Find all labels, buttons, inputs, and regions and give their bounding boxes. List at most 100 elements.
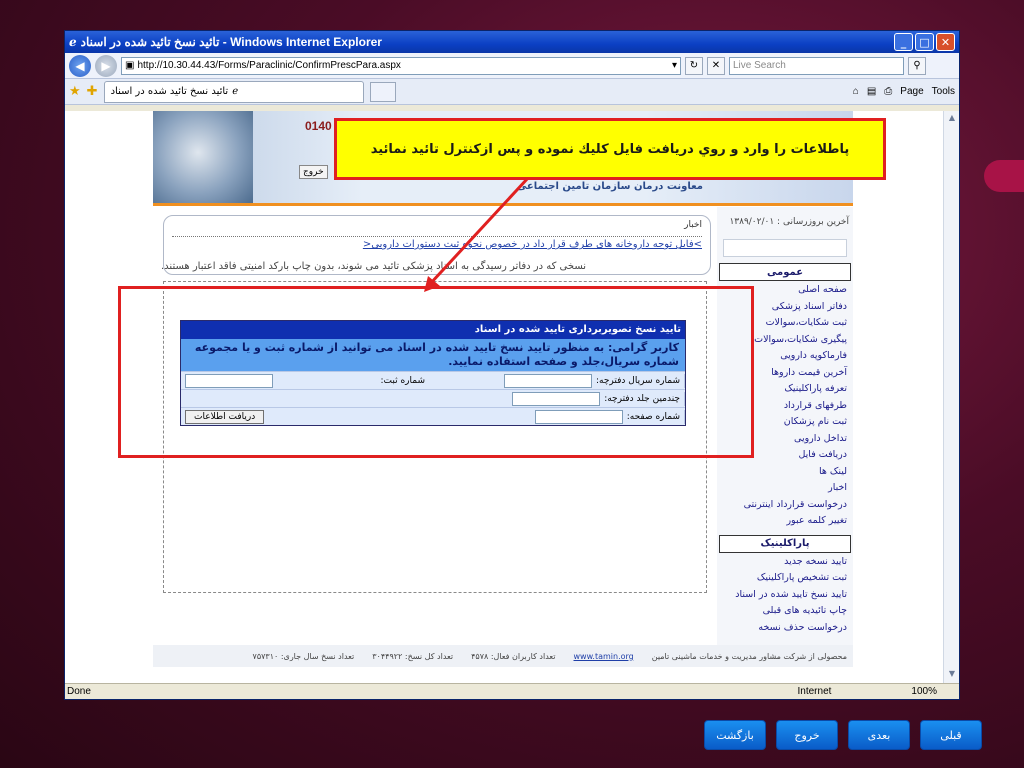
sidebar-search[interactable]: [723, 239, 847, 257]
volume-input[interactable]: [512, 391, 601, 406]
back-icon[interactable]: ◀: [69, 54, 91, 77]
window-title: تائید نسخ تائید شده در اسناد - Windows I…: [80, 35, 382, 49]
form-row: چندمین جلد دفترچه:: [181, 389, 685, 407]
content-panel: تایید نسخ تصویربرداری تایید شده در اسناد…: [163, 281, 707, 593]
org-name: معاونت درمان سازمان تامین اجتماعی: [516, 181, 703, 192]
form-row: شماره سریال دفترچه: شماره ثبت:: [181, 371, 685, 389]
confirm-form: تایید نسخ تصویربرداری تایید شده در اسناد…: [180, 320, 686, 426]
serial-input[interactable]: [504, 373, 593, 388]
form-header: تایید نسخ تصویربرداری تایید شده در اسناد: [181, 321, 685, 339]
news-note: نسخی که در دفاتر رسیدگی به اسناد پزشکی ت…: [161, 261, 587, 272]
sidebar-item[interactable]: ثبت نام پزشکان: [717, 413, 853, 430]
footer-site-link[interactable]: www.tamin.org: [574, 652, 634, 661]
chevron-down-icon[interactable]: ▾: [672, 60, 677, 71]
tab-bar: ★ ✚ ℯ تائید نسخ تائید شده در اسناد ⌂ ▤ ⎙…: [65, 79, 959, 105]
slide-back-button[interactable]: بازگشت: [704, 720, 766, 750]
new-tab-button[interactable]: [369, 81, 396, 102]
tab-active[interactable]: ℯ تائید نسخ تائید شده در اسناد: [103, 80, 364, 103]
refresh-icon[interactable]: ↻: [685, 56, 703, 75]
sidebar-item[interactable]: آخرین قیمت داروها: [717, 364, 853, 381]
sidebar-item[interactable]: تعرفه پاراکلینیک: [717, 380, 853, 397]
page-menu[interactable]: Page: [900, 86, 923, 97]
status-text: Done: [67, 686, 91, 697]
scroll-up-icon[interactable]: ▲: [945, 113, 959, 127]
banner-exit-button[interactable]: خروج: [299, 165, 328, 179]
search-input[interactable]: Live Search: [729, 56, 904, 75]
serial-label: شماره سریال دفترچه:: [596, 375, 680, 386]
tab-title: تائید نسخ تائید شده در اسناد: [110, 86, 229, 97]
add-favorites-icon[interactable]: ✚: [87, 84, 98, 99]
address-bar: ◀ ▶ ▣ http://10.30.44.43/Forms/Paraclini…: [65, 53, 959, 79]
web-page: 0140 خروج معاونت درمان سازمان تامین اجتم…: [153, 111, 853, 685]
instruction-callout: پاطلاعات را وارد و روي دريافت فايل كليك …: [334, 118, 886, 180]
footer-year: تعداد نسخ سال جاری: ۷۵۷۳۱۰: [252, 651, 355, 661]
print-icon[interactable]: ⎙: [884, 86, 892, 97]
sidebar-paraclinic-list: تایید نسخه جدید ثبت تشخیص پاراکلینیک تایید…: [717, 553, 853, 636]
form-row: شماره صفحه: دریافت اطلاعات: [181, 407, 685, 425]
title-bar: ℯ تائید نسخ تائید شده در اسناد - Windows…: [65, 31, 959, 53]
sidebar-item[interactable]: صفحه اصلی: [717, 281, 853, 298]
url-text: http://10.30.44.43/Forms/Paraclinic/Conf…: [137, 60, 401, 71]
banner-phone: 0140: [305, 119, 332, 133]
sidebar-group-paraclinic: پاراکلینیک: [719, 534, 851, 553]
slide-next-button[interactable]: بعدی: [848, 720, 910, 750]
internet-zone: Internet: [797, 686, 832, 697]
sidebar-item[interactable]: دریافت فایل: [717, 446, 853, 463]
sidebar-item[interactable]: ثبت شکایات،سوالات: [717, 314, 853, 331]
close-button[interactable]: ✕: [936, 33, 955, 51]
ie-tab-icon: ℯ: [232, 86, 239, 97]
forward-icon[interactable]: ▶: [95, 54, 117, 77]
sidebar-item[interactable]: چاپ تائیدیه های قبلی: [717, 602, 853, 619]
sidebar-item[interactable]: فارماکوپه دارویی: [717, 347, 853, 364]
favorites-star-icon[interactable]: ★: [69, 84, 81, 99]
maximize-button[interactable]: □: [915, 33, 934, 51]
search-icon[interactable]: ⚲: [908, 56, 926, 75]
form-message: کاربر گرامی: به منظور تایید نسخ تایید شد…: [181, 339, 685, 371]
last-updated: آخرین بروزرسانی : ۱۳۸۹/۰۲/۰۱: [729, 217, 849, 227]
zoom-level[interactable]: 100%: [911, 686, 937, 697]
slide-prev-button[interactable]: قبلی: [920, 720, 982, 750]
news-link[interactable]: >فایل توجه داروخانه های طرف قرار داد در …: [172, 236, 702, 250]
sidebar-group-general: عمومی: [719, 263, 851, 281]
page-input[interactable]: [534, 409, 623, 424]
sidebar-item[interactable]: تداخل دارویی: [717, 430, 853, 447]
reg-label: شماره ثبت:: [380, 375, 426, 386]
page-icon: ▣: [125, 60, 135, 71]
ie-logo-icon: ℯ: [69, 35, 77, 49]
page-footer: محصولی از شرکت مشاور مدیریت و خدمات ماشی…: [153, 645, 853, 667]
sidebar-item[interactable]: طرفهای قرارداد: [717, 397, 853, 414]
scroll-down-icon[interactable]: ▼: [945, 669, 959, 683]
footer-total: تعداد کل نسخ: ۳۰۴۴۹۲۲: [372, 651, 454, 661]
reg-input[interactable]: [185, 373, 273, 388]
fetch-button[interactable]: دریافت اطلاعات: [185, 409, 265, 424]
tools-menu[interactable]: Tools: [932, 86, 955, 97]
divider: [153, 203, 853, 206]
page-label: شماره صفحه:: [626, 411, 680, 422]
sidebar-item[interactable]: پیگیری شکایات،سوالات: [717, 331, 853, 348]
url-field[interactable]: ▣ http://10.30.44.43/Forms/Paraclinic/Co…: [121, 56, 681, 75]
sidebar-item[interactable]: ثبت تشخیص پاراکلینیک: [717, 569, 853, 586]
sidebar-item[interactable]: لینک ها: [717, 463, 853, 480]
footer-active-users: تعداد کاربران فعال: ۴۵۷۸: [471, 651, 556, 661]
page-viewport: 0140 خروج معاونت درمان سازمان تامین اجتم…: [65, 111, 959, 685]
vertical-scrollbar[interactable]: ▲ ▼: [943, 111, 959, 685]
volume-label: چندمین جلد دفترچه:: [604, 393, 680, 404]
status-bar: Done Internet 100%: [65, 683, 959, 699]
footer-credit: محصولی از شرکت مشاور مدیریت و خدمات ماشی…: [651, 651, 847, 661]
sidebar-item[interactable]: تایید نسخ تایید شده در اسناد: [717, 586, 853, 603]
sidebar-item[interactable]: تایید نسخه جدید: [717, 553, 853, 570]
sidebar-item[interactable]: درخواست حذف نسخه: [717, 619, 853, 636]
home-icon[interactable]: ⌂: [853, 86, 859, 97]
sidebar-general-list: صفحه اصلی دفاتر اسناد پزشکی ثبت شکایات،سوا…: [717, 281, 853, 529]
doctor-image: [153, 111, 253, 203]
feeds-icon[interactable]: ▤: [867, 86, 876, 97]
stop-icon[interactable]: ✕: [707, 56, 725, 75]
sidebar-item[interactable]: دفاتر اسناد پزشکی: [717, 298, 853, 315]
sidebar-item[interactable]: تغییر کلمه عبور: [717, 512, 853, 529]
sidebar-item[interactable]: اخبار: [717, 479, 853, 496]
decorative-stripe: [984, 160, 1024, 192]
sidebar-item[interactable]: درخواست قرارداد اینترنتی: [717, 496, 853, 513]
minimize-button[interactable]: _: [894, 33, 913, 51]
news-title: اخبار: [684, 220, 702, 230]
slide-exit-button[interactable]: خروج: [776, 720, 838, 750]
